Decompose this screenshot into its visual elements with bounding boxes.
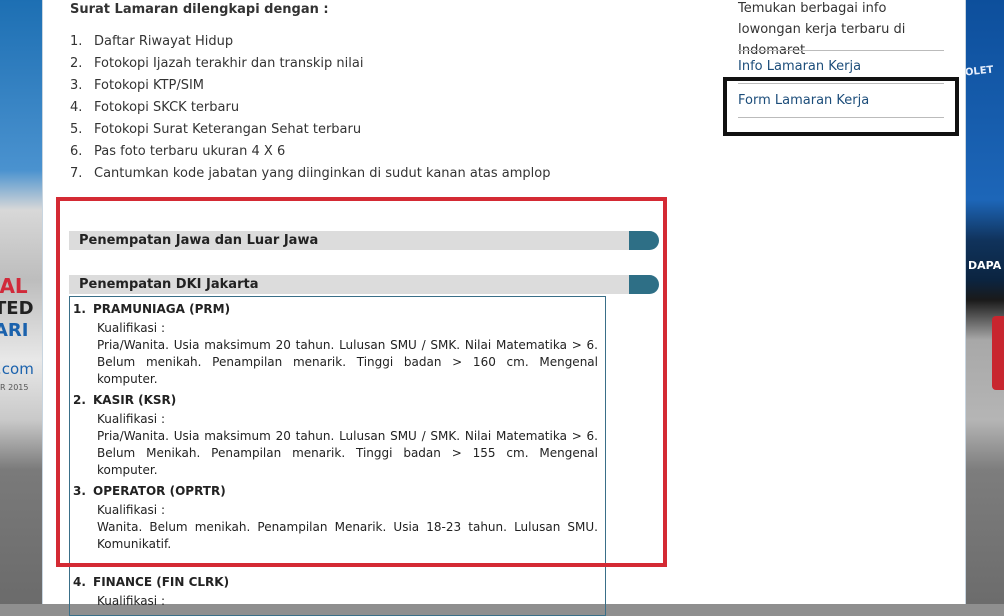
list-item: 1. Daftar Riwayat Hidup	[70, 34, 234, 49]
list-item: 4. Fotokopi SKCK terbaru	[70, 100, 240, 115]
list-item: 5. Fotokopi Surat Keterangan Sehat terbar…	[70, 122, 362, 137]
job-item: 4. FINANCE (FIN CLRK) Kualifikasi :	[73, 575, 598, 610]
left-background-banner: IAL TED ARI .com R 2015	[0, 0, 42, 604]
list-item: 3. Fotokopi KTP/SIM	[70, 78, 205, 93]
document-list: 1. Daftar Riwayat Hidup 2. Fotokopi Ijazah…	[70, 33, 551, 187]
banner-text-line-2: TED	[0, 298, 34, 319]
banner-text-line-5: R 2015	[0, 383, 29, 392]
banner-text-line-3: ARI	[0, 320, 29, 341]
banner-text-line-1: IAL	[0, 274, 28, 298]
banner-text-right-2: DAPA	[968, 259, 1002, 272]
main-content-page: Surat Lamaran dilengkapi dengan : 1. Daft…	[42, 0, 966, 616]
list-item: 6. Pas foto terbaru ukuran 4 X 6	[70, 144, 286, 159]
requirements-title: Surat Lamaran dilengkapi dengan :	[70, 2, 329, 17]
job-title: 4. FINANCE (FIN CLRK)	[73, 575, 230, 589]
list-item: 2. Fotokopi Ijazah terakhir dan transkip …	[70, 56, 364, 71]
banner-red-tab	[992, 316, 1004, 390]
right-background-banner: OLET DAPA	[962, 0, 1004, 604]
info-lamaran-kerja-link[interactable]: Info Lamaran Kerja	[738, 59, 861, 74]
banner-text-right-1: OLET	[964, 64, 995, 79]
list-item: 7. Cantumkan kode jabatan yang diinginkan…	[70, 166, 551, 181]
sidebar-intro-text: Temukan berbagai info lowongan kerja ter…	[738, 1, 906, 58]
banner-text-line-4: .com	[0, 360, 34, 378]
highlight-box-red	[56, 197, 667, 567]
highlight-box-black	[723, 77, 959, 136]
job-qualification-label: Kualifikasi :	[97, 594, 165, 608]
divider	[738, 50, 944, 51]
